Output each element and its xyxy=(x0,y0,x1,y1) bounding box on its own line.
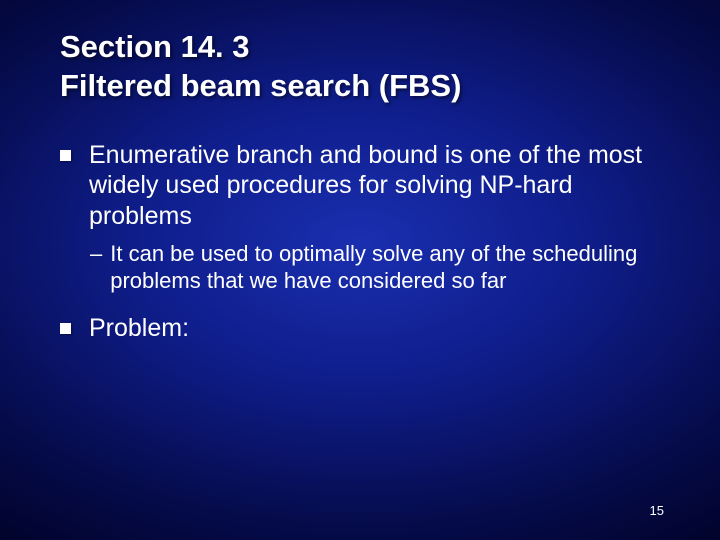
sub-bullet-item: – It can be used to optimally solve any … xyxy=(90,241,660,295)
slide: Section 14. 3 Filtered beam search (FBS)… xyxy=(0,0,720,540)
sub-bullet-text: It can be used to optimally solve any of… xyxy=(110,241,660,295)
slide-title: Section 14. 3 Filtered beam search (FBS) xyxy=(60,28,660,106)
bullet-text: Problem: xyxy=(89,313,660,344)
bullet-item: Enumerative branch and bound is one of t… xyxy=(60,140,660,232)
title-line-1: Section 14. 3 xyxy=(60,28,660,67)
page-number: 15 xyxy=(650,503,664,518)
bullet-text: Enumerative branch and bound is one of t… xyxy=(89,140,660,232)
square-bullet-icon xyxy=(60,150,71,161)
square-bullet-icon xyxy=(60,323,71,334)
bullet-item: Problem: xyxy=(60,313,660,344)
title-line-2: Filtered beam search (FBS) xyxy=(60,67,660,106)
dash-bullet-icon: – xyxy=(90,241,102,268)
slide-body: Enumerative branch and bound is one of t… xyxy=(60,140,660,344)
